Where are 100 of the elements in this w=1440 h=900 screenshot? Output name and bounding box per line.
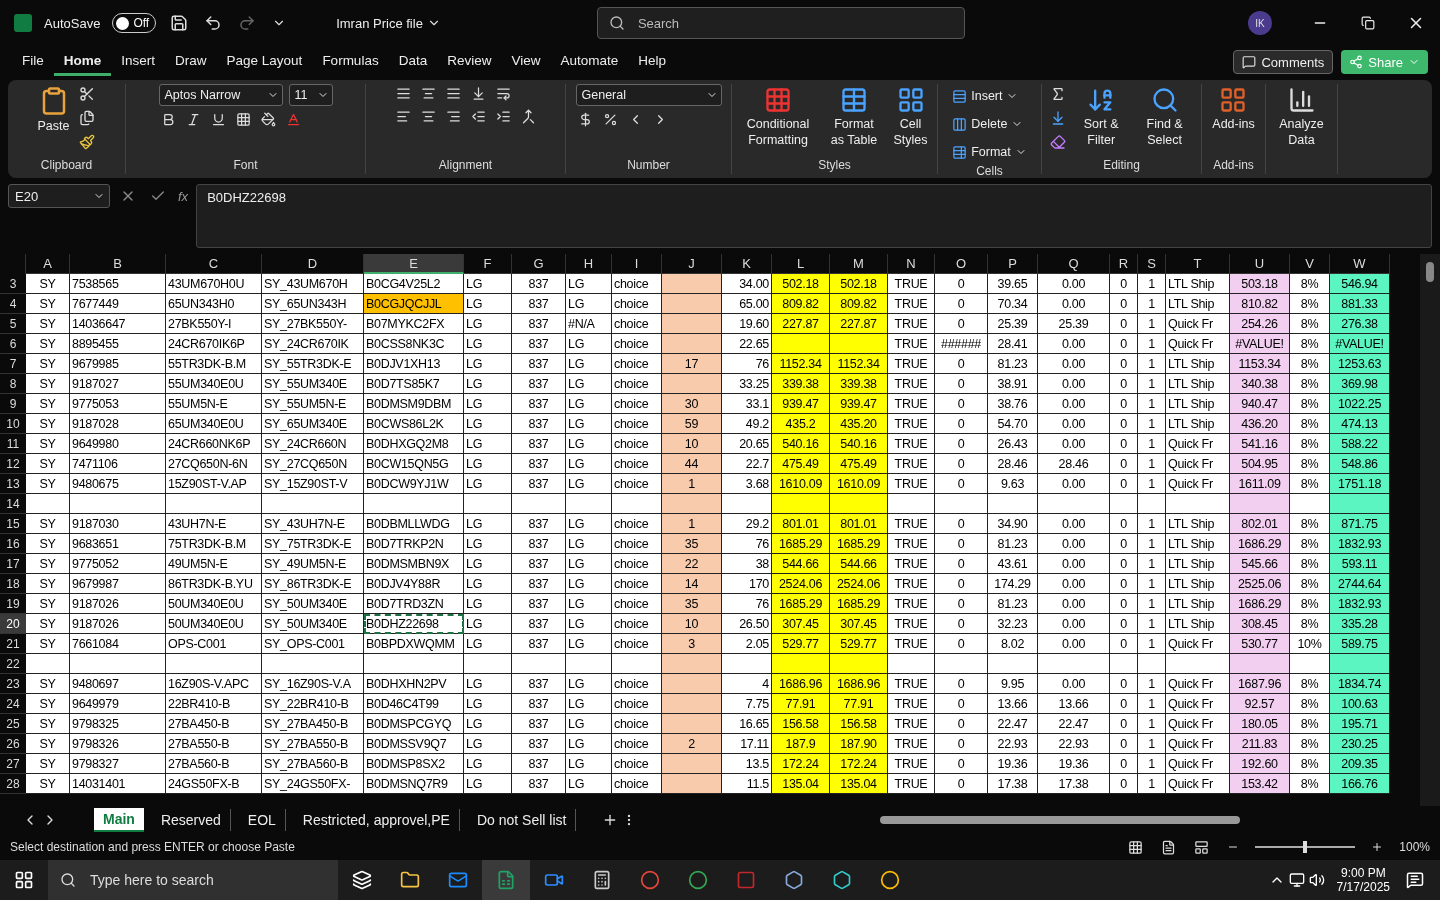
cells-button[interactable]: Format: [950, 140, 1029, 164]
sheet-tab[interactable]: Restricted, approvel,PE: [293, 809, 460, 831]
menu-tab[interactable]: Page Layout: [216, 48, 313, 76]
column-header[interactable]: T: [1166, 254, 1230, 274]
menu-tab[interactable]: Review: [437, 48, 502, 76]
browser-icon[interactable]: [640, 870, 660, 890]
notifications-icon[interactable]: [1406, 871, 1424, 889]
fill-color-icon[interactable]: [260, 112, 276, 127]
column-header[interactable]: V: [1290, 254, 1330, 274]
cells-button[interactable]: Delete: [950, 112, 1026, 136]
align-right-icon[interactable]: [445, 109, 461, 124]
menu-tab[interactable]: Formulas: [312, 48, 389, 76]
styles-button[interactable]: Cell Styles: [890, 84, 931, 150]
spreadsheet-icon[interactable]: [496, 870, 516, 890]
vertical-scrollbar[interactable]: [1420, 254, 1440, 806]
column-header[interactable]: F: [464, 254, 512, 274]
menu-tab[interactable]: Draw: [165, 48, 217, 76]
menu-tab[interactable]: Insert: [111, 48, 166, 76]
merge-icon[interactable]: [520, 109, 536, 124]
file-name[interactable]: Imran Price file: [330, 14, 447, 32]
align-top-icon[interactable]: [395, 86, 411, 101]
column-header[interactable]: G: [512, 254, 566, 274]
font-color-icon[interactable]: [285, 112, 301, 127]
zoom-in-icon[interactable]: [1371, 841, 1384, 853]
column-header[interactable]: A: [26, 254, 70, 274]
taskbar-search-field[interactable]: Type here to search: [48, 860, 338, 900]
column-header[interactable]: I: [612, 254, 662, 274]
column-header[interactable]: S: [1138, 254, 1166, 274]
menu-tab[interactable]: View: [501, 48, 551, 76]
sheet-tab[interactable]: Main: [94, 808, 144, 832]
square-app-icon[interactable]: [736, 870, 756, 890]
wrap-text-icon[interactable]: [495, 86, 511, 101]
column-header[interactable]: B: [70, 254, 166, 274]
menu-tab[interactable]: Help: [628, 48, 677, 76]
normal-view-icon[interactable]: [1128, 839, 1144, 855]
volume-icon[interactable]: [1308, 872, 1325, 888]
fill-down-icon[interactable]: [1050, 110, 1066, 126]
font-name-field[interactable]: Aptos Narrow: [158, 84, 283, 106]
addins-button[interactable]: Add-ins: [1210, 84, 1257, 134]
menu-tab[interactable]: Data: [388, 48, 438, 76]
column-header[interactable]: W: [1330, 254, 1390, 274]
analyze-data-button[interactable]: Analyze Data: [1272, 84, 1331, 150]
outdent-icon[interactable]: [470, 109, 486, 124]
restore-icon[interactable]: [1361, 16, 1375, 30]
column-header[interactable]: J: [662, 254, 722, 274]
active-app-tile[interactable]: [482, 860, 530, 900]
column-header[interactable]: U: [1230, 254, 1290, 274]
column-header[interactable]: E: [364, 254, 464, 274]
sheet-tab[interactable]: Do not Sell list: [467, 809, 577, 831]
eraser-icon[interactable]: [1050, 134, 1066, 150]
number-format-field[interactable]: General: [575, 84, 722, 106]
menu-tab[interactable]: File: [12, 48, 54, 76]
cells-button[interactable]: Insert: [950, 84, 1021, 108]
mail-icon[interactable]: [448, 870, 468, 890]
save-icon[interactable]: [170, 14, 189, 32]
align-bottom-icon[interactable]: [445, 86, 461, 101]
redo-icon[interactable]: [238, 14, 257, 32]
copy-icon[interactable]: [79, 110, 96, 126]
format-painter-icon[interactable]: [79, 134, 96, 150]
page-break-icon[interactable]: [1194, 839, 1210, 855]
sheet-tab[interactable]: EOL: [238, 809, 286, 831]
browser-icon[interactable]: [880, 870, 900, 890]
styles-button[interactable]: Conditional Formatting: [738, 84, 818, 150]
editing-button[interactable]: Find & Select: [1134, 84, 1195, 150]
task-view-icon[interactable]: [352, 870, 372, 890]
undo-icon[interactable]: [204, 14, 223, 32]
editing-button[interactable]: Sort & Filter: [1074, 84, 1129, 150]
network-icon[interactable]: [1288, 872, 1305, 888]
folder-icon[interactable]: [400, 870, 420, 890]
name-box[interactable]: E20: [8, 184, 110, 208]
column-header[interactable]: K: [722, 254, 772, 274]
align-middle-icon[interactable]: [420, 86, 436, 101]
calculator-icon[interactable]: [592, 870, 612, 890]
font-size-field[interactable]: 11: [288, 84, 333, 106]
sum-icon[interactable]: [1050, 86, 1066, 102]
hexagon-app-icon[interactable]: [784, 870, 804, 890]
comments-button[interactable]: Comments: [1233, 50, 1334, 74]
avatar[interactable]: IK: [1248, 11, 1272, 35]
menu-tab[interactable]: Automate: [550, 48, 629, 76]
windows-start-icon[interactable]: [14, 870, 34, 890]
menu-tab[interactable]: Home: [53, 48, 112, 76]
column-header[interactable]: D: [262, 254, 364, 274]
align-center-icon[interactable]: [420, 109, 436, 124]
column-header[interactable]: C: [166, 254, 262, 274]
search-field[interactable]: Search: [596, 7, 965, 39]
borders-icon[interactable]: [235, 112, 251, 127]
column-header[interactable]: H: [566, 254, 612, 274]
column-header[interactable]: Q: [1038, 254, 1110, 274]
align-left-icon[interactable]: [395, 109, 411, 124]
column-header[interactable]: O: [935, 254, 988, 274]
styles-button[interactable]: Format as Table: [824, 84, 884, 150]
page-layout-icon[interactable]: [1161, 839, 1177, 855]
paste-button[interactable]: Paste: [35, 84, 72, 136]
row-header[interactable]: 20: [0, 614, 26, 634]
italic-icon[interactable]: [185, 112, 201, 127]
insert-function-button[interactable]: fx: [178, 188, 189, 204]
column-header[interactable]: R: [1110, 254, 1138, 274]
percent-icon[interactable]: [602, 112, 618, 127]
column-header[interactable]: L: [772, 254, 830, 274]
formula-field[interactable]: B0DHZ22698: [196, 184, 1432, 248]
